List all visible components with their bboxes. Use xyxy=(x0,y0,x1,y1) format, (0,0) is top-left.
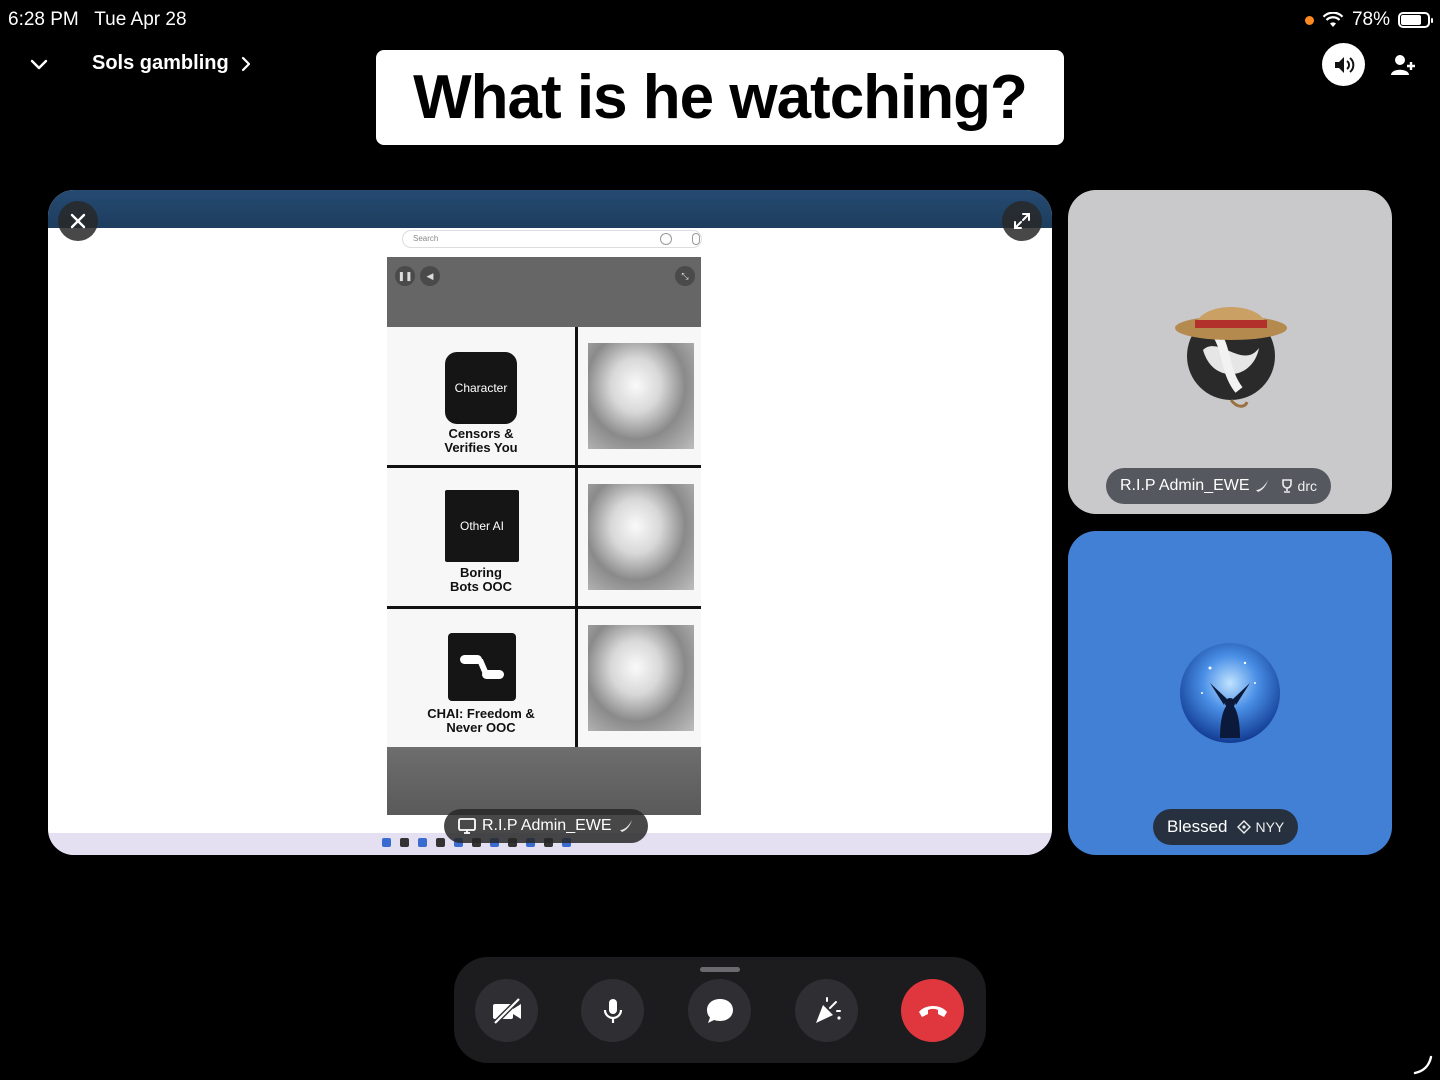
camera-off-icon xyxy=(492,996,521,1025)
meme-caption: Boring Bots OOC xyxy=(449,565,513,594)
server-tag: NYY xyxy=(1237,819,1284,835)
chai-logo-icon xyxy=(460,655,504,679)
participant-name: Blessed xyxy=(1167,817,1228,836)
meme-photo xyxy=(578,468,701,606)
participant-tile-admin[interactable]: R.I.P Admin_EWE drc xyxy=(1068,190,1392,514)
screen-share-icon xyxy=(458,818,476,834)
hang-up-button[interactable] xyxy=(901,979,964,1042)
meme-caption: CHAI: Freedom & Never OOC xyxy=(427,706,535,735)
party-popper-icon xyxy=(815,996,841,1023)
microphone-button[interactable] xyxy=(581,979,644,1042)
chevron-right-icon xyxy=(241,56,250,71)
caption-overlay: What is he watching? xyxy=(376,50,1064,145)
participant-name: R.I.P Admin_EWE xyxy=(1120,477,1250,494)
clock-date: Tue Apr 28 xyxy=(94,9,187,30)
streamer-name: R.I.P Admin_EWE xyxy=(482,817,612,834)
server-tag-text: NYY xyxy=(1255,819,1285,835)
screen-share-stream[interactable]: Search ❚❚ ◀ ⤡ Character Censors & Verifi… xyxy=(48,190,1052,855)
battery-icon xyxy=(1398,12,1433,28)
character-ai-logo: Character xyxy=(445,352,517,424)
shared-search-icon xyxy=(660,233,672,245)
expand-icon xyxy=(1014,213,1030,229)
shared-video-header: ❚❚ ◀ ⤡ xyxy=(387,257,701,327)
speaker-button[interactable] xyxy=(1322,43,1365,86)
close-icon xyxy=(70,213,86,229)
pause-icon: ❚❚ xyxy=(395,266,415,286)
meme-cell-chai: CHAI: Freedom & Never OOC xyxy=(387,609,575,747)
add-user-icon xyxy=(1391,55,1415,75)
avatar-galaxy xyxy=(1180,643,1280,743)
shared-video-meme: Character Censors & Verifies You Other A… xyxy=(387,327,701,747)
collapse-button[interactable] xyxy=(26,52,52,78)
taskbar-app-icon xyxy=(418,837,427,847)
participant-name-pill: R.I.P Admin_EWE drc xyxy=(1106,468,1331,504)
camera-toggle-button[interactable] xyxy=(475,979,538,1042)
chai-logo xyxy=(448,633,516,701)
fullscreen-button[interactable] xyxy=(1002,201,1042,241)
speaker-icon xyxy=(1334,56,1354,73)
phone-hangup-icon xyxy=(918,1005,947,1017)
streamer-label: R.I.P Admin_EWE xyxy=(444,809,648,843)
server-tag-text: drc xyxy=(1297,478,1317,494)
status-indicators: 78% xyxy=(1304,9,1433,31)
chevron-down-icon xyxy=(30,59,48,70)
drag-handle[interactable] xyxy=(700,967,740,972)
recording-dot-icon xyxy=(1304,15,1314,25)
participant-tile-blessed[interactable]: Blessed NYY xyxy=(1068,531,1392,855)
dove-icon xyxy=(619,820,632,832)
diamond-tag-icon xyxy=(1237,820,1252,834)
meme-photo xyxy=(578,609,701,747)
windows-start-icon xyxy=(382,837,391,847)
shared-search-bar: Search xyxy=(402,230,702,248)
meme-cell-character: Character Censors & Verifies You xyxy=(387,327,575,465)
avatar-straw-hat xyxy=(1175,307,1287,408)
status-time: 6:28 PM Tue Apr 28 xyxy=(8,9,187,31)
close-stream-button[interactable] xyxy=(58,201,98,241)
avatar-creature-silhouette xyxy=(1201,661,1256,738)
meme-photo xyxy=(578,327,701,465)
battery-percent: 78% xyxy=(1351,9,1390,30)
volume-icon: ◀ xyxy=(420,266,440,286)
taskbar-app-icon xyxy=(400,837,409,847)
channel-header[interactable]: Sols gambling xyxy=(92,52,251,75)
dove-icon xyxy=(1255,480,1268,492)
clock-time: 6:28 PM xyxy=(8,9,79,30)
stream-window-titlebar xyxy=(48,190,1052,228)
invite-button[interactable] xyxy=(1388,50,1418,80)
channel-name: Sols gambling xyxy=(92,52,229,74)
shared-video-footer xyxy=(387,747,701,815)
participant-name-pill: Blessed NYY xyxy=(1153,809,1299,845)
wifi-icon xyxy=(1322,12,1344,27)
taskbar-app-icon xyxy=(436,837,445,847)
microphone-icon xyxy=(603,998,622,1023)
chat-button[interactable] xyxy=(688,979,751,1042)
call-control-bar xyxy=(454,957,986,1063)
soundboard-button[interactable] xyxy=(795,979,858,1042)
swipe-corner-icon xyxy=(1413,1055,1433,1075)
meme-caption: Censors & Verifies You xyxy=(444,426,518,455)
chat-bubble-icon xyxy=(706,998,733,1023)
other-ai-logo: Other AI xyxy=(445,490,519,562)
trophy-icon xyxy=(1281,479,1292,493)
shared-mic-icon xyxy=(692,233,700,245)
fullscreen-icon: ⤡ xyxy=(675,266,695,286)
meme-cell-other-ai: Other AI Boring Bots OOC xyxy=(387,468,575,606)
server-tag: drc xyxy=(1280,478,1317,494)
